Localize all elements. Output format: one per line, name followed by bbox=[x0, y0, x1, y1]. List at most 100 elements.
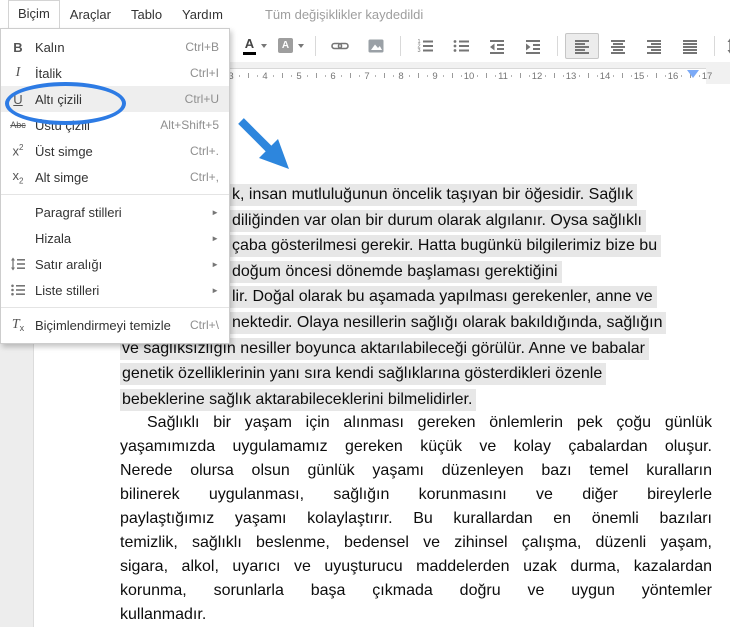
menu-item-subscript[interactable]: x2Alt simgeCtrl+, bbox=[1, 164, 229, 190]
save-status: Tüm değişiklikler kaydedildi bbox=[265, 7, 423, 22]
paragraph2-line[interactable]: yaşamımızda uygulamamız gereken küçük ve… bbox=[120, 436, 712, 457]
paragraph2-line[interactable]: bilinerek uygulanması, sağlığın korunmas… bbox=[120, 484, 712, 505]
paragraph2-line[interactable]: temizlik, sağlıklı beslenme, bedensel ve… bbox=[120, 532, 712, 553]
menu-item-align[interactable]: Hizala► bbox=[1, 225, 229, 251]
menubar-item-table-menu[interactable]: Tablo bbox=[121, 1, 172, 29]
menu-item-bold[interactable]: BKalınCtrl+B bbox=[1, 34, 229, 60]
text-color-button[interactable]: A bbox=[238, 33, 272, 59]
ruler-tick bbox=[656, 73, 657, 78]
ruler-tick bbox=[359, 75, 360, 77]
align-center-icon bbox=[609, 37, 627, 55]
selected-text: doğum öncesi dönemde başlaması gerektiği… bbox=[230, 261, 562, 283]
ruler-tick bbox=[529, 75, 530, 77]
paragraph1-line[interactable]: nektedir. Olaya nesillerin sağlığı olara… bbox=[230, 312, 666, 333]
ruler-tick bbox=[520, 73, 521, 78]
ruler-number: 7 bbox=[364, 71, 369, 82]
ruler-number: 5 bbox=[296, 71, 301, 82]
paragraph1-line[interactable]: k, insan mutluluğunun öncelik taşıyan bi… bbox=[230, 184, 637, 205]
paragraph1-line[interactable]: çaba gösterilmesi gerekir. Hatta bugünkü… bbox=[230, 235, 661, 256]
insert-link-button[interactable] bbox=[323, 33, 357, 59]
highlight-color-button[interactable]: A bbox=[274, 33, 308, 59]
dropdown-caret-icon bbox=[261, 44, 267, 48]
menu-item-strikethrough[interactable]: AbcÜstü çiziliAlt+Shift+5 bbox=[1, 112, 229, 138]
ruler-tick bbox=[452, 73, 453, 78]
selected-text: genetik özelliklerinin yanı sıra kendi s… bbox=[120, 363, 606, 385]
paragraph1-line[interactable]: diliğinden var olan bir durum olarak alg… bbox=[230, 210, 646, 231]
ruler-tick bbox=[495, 75, 496, 77]
line-spacing-toolbar-icon bbox=[726, 37, 730, 55]
ruler-tick bbox=[291, 75, 292, 77]
numbered-list-button[interactable]: 123 bbox=[408, 33, 442, 59]
decrease-indent-button[interactable] bbox=[480, 33, 514, 59]
paragraph1-line[interactable]: genetik özelliklerinin yanı sıra kendi s… bbox=[120, 363, 606, 384]
paragraph2-line[interactable]: Nerede olursa olsun günlük yaşamı düzenl… bbox=[120, 460, 712, 481]
submenu-arrow-icon: ► bbox=[211, 234, 229, 243]
ruler-number: 10 bbox=[464, 71, 475, 82]
submenu-arrow-icon: ► bbox=[211, 260, 229, 269]
paragraph2-line[interactable]: korunma, sorunlarla başa çıkmada doğru v… bbox=[120, 580, 712, 601]
ruler-tick bbox=[393, 75, 394, 77]
dropdown-caret-icon bbox=[298, 44, 304, 48]
menu-item-italic[interactable]: IİtalikCtrl+I bbox=[1, 60, 229, 86]
ruler-number: 16 bbox=[668, 71, 679, 82]
ruler-number: 12 bbox=[532, 71, 543, 82]
right-indent-marker[interactable] bbox=[687, 70, 699, 78]
paragraph2-line[interactable]: kullanmadır. bbox=[120, 604, 712, 625]
line-spacing-icon bbox=[1, 256, 35, 272]
ruler-number: 14 bbox=[600, 71, 611, 82]
menu-item-paragraph-styles[interactable]: Paragraf stilleri► bbox=[1, 199, 229, 225]
ruler-tick bbox=[588, 73, 589, 78]
insert-image-button[interactable] bbox=[359, 33, 393, 59]
paragraph2-line[interactable]: sigara, alkol, uyarıcı ve uyuşturucu mad… bbox=[120, 556, 712, 577]
align-left-icon bbox=[573, 37, 591, 55]
justify-button[interactable] bbox=[673, 33, 707, 59]
ruler-tick bbox=[418, 73, 419, 78]
ruler-tick bbox=[443, 75, 444, 77]
ruler-tick bbox=[316, 73, 317, 78]
ruler-number: 6 bbox=[330, 71, 335, 82]
ruler-tick bbox=[427, 75, 428, 77]
menu-item-list-styles[interactable]: Liste stilleri► bbox=[1, 277, 229, 303]
menubar-item-tools-menu[interactable]: Araçlar bbox=[60, 1, 121, 29]
numbered-list-icon: 123 bbox=[416, 37, 434, 55]
menubar-item-format-menu[interactable]: Biçim bbox=[8, 0, 60, 29]
bold-icon: B bbox=[1, 40, 35, 55]
menu-shortcut: Ctrl+B bbox=[185, 40, 229, 54]
align-center-button[interactable] bbox=[601, 33, 635, 59]
image-icon bbox=[367, 37, 385, 55]
link-icon bbox=[331, 37, 349, 55]
menu-item-superscript[interactable]: x2Üst simgeCtrl+. bbox=[1, 138, 229, 164]
ruler-tick bbox=[631, 75, 632, 77]
paragraph2-line[interactable]: Sağlıklı bir yaşam için alınması gereken… bbox=[120, 412, 712, 433]
underline-icon: U bbox=[1, 92, 35, 107]
increase-indent-button[interactable] bbox=[516, 33, 550, 59]
toolbar-separator bbox=[315, 36, 316, 56]
menu-shortcut: Alt+Shift+5 bbox=[160, 118, 229, 132]
ruler-tick bbox=[554, 73, 555, 78]
menu-item-clear-formatting[interactable]: TxBiçimlendirmeyi temizleCtrl+\ bbox=[1, 312, 229, 338]
paragraph1-line[interactable]: bebeklerine sağlık aktarabileceklerini b… bbox=[120, 389, 476, 410]
ruler-tick bbox=[622, 73, 623, 78]
paragraph1-line[interactable]: lir. Doğal olarak bu aşamada yapılması g… bbox=[230, 286, 657, 307]
increase-indent-icon bbox=[524, 37, 542, 55]
selected-text: lir. Doğal olarak bu aşamada yapılması g… bbox=[230, 286, 657, 308]
toolbar-separator bbox=[400, 36, 401, 56]
bulleted-list-button[interactable] bbox=[444, 33, 478, 59]
menubar-item-help-menu[interactable]: Yardım bbox=[172, 1, 233, 29]
paragraph2-line[interactable]: paylaştığımız yaşamı kolaylaştırır. Bu k… bbox=[120, 508, 712, 529]
align-right-button[interactable] bbox=[637, 33, 671, 59]
menu-separator bbox=[1, 194, 229, 195]
ruler-tick bbox=[563, 75, 564, 77]
ruler-tick bbox=[248, 73, 249, 78]
justify-icon bbox=[681, 37, 699, 55]
menu-item-underline[interactable]: UAltı çiziliCtrl+U bbox=[1, 86, 229, 112]
ruler-tick bbox=[597, 75, 598, 77]
ruler-tick bbox=[681, 75, 682, 77]
menu-item-line-spacing[interactable]: Satır aralığı► bbox=[1, 251, 229, 277]
align-left-button[interactable] bbox=[565, 33, 599, 59]
bulleted-list-icon bbox=[452, 37, 470, 55]
line-spacing-button[interactable] bbox=[722, 33, 730, 59]
ruler-tick bbox=[282, 73, 283, 78]
paragraph1-line[interactable]: doğum öncesi dönemde başlaması gerektiği… bbox=[230, 261, 562, 282]
ruler-tick bbox=[341, 75, 342, 77]
